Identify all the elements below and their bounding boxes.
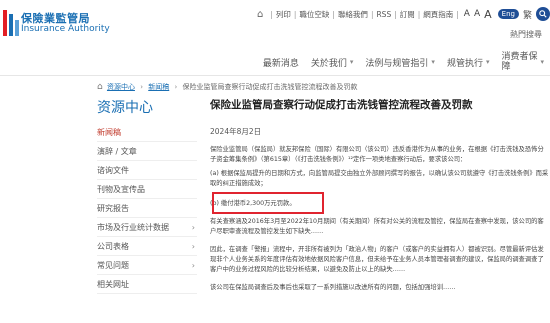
utility-bar: ⌂ | 列印 | 職位空缺 | 聯絡我們 | RSS | 訂閱 | 網頁指南 |…	[257, 4, 550, 24]
nav-item-consumer[interactable]: 消费者保 障 ▾	[495, 52, 550, 72]
subscribe-link[interactable]: 訂閱	[400, 9, 415, 20]
english-lang-button[interactable]: Eng	[497, 9, 519, 19]
home-icon[interactable]: ⌂	[257, 9, 263, 20]
breadcrumb-press-releases[interactable]: 新闻稿	[148, 83, 169, 91]
sidebar-item-forms[interactable]: 公司表格 ›	[97, 237, 197, 256]
sidebar-item-publications[interactable]: 刊物及宣传品	[97, 180, 197, 199]
sidebar-item-research[interactable]: 研究报告	[97, 199, 197, 218]
article-paragraph-1: 保险业监管局（保监局）就友邦保险（国际）有限公司（该公司）违反香港作为从事的业务…	[210, 146, 544, 163]
article-paragraph-4: 该公司在保监局调查后及事后也采取了一系列措施以改进所有的问题，包括加强培训……	[210, 284, 456, 291]
article-paragraph-3: 因此，在调查「警报」流程中，开非所有被列为「政治人物」的客户（或客户的实益拥有人…	[210, 246, 544, 273]
chevron-down-icon: ▾	[431, 58, 435, 66]
search-icon[interactable]	[536, 7, 550, 21]
article-date: 2024年8月2日	[210, 127, 262, 136]
site-header: 保險業監管局 Insurance Authority ⌂ | 列印 | 職位空缺…	[0, 0, 550, 80]
article-item-a: (a) 根据保监局提升的日期和方式，向监管局提交由独立外部顾问撰写的报告，以确认…	[210, 170, 549, 187]
traditional-lang-button[interactable]: 繁	[523, 8, 532, 21]
article-title: 保险业监管局查察行动促成打击洗钱管控流程改善及罚款	[210, 99, 473, 111]
chevron-down-icon: ▾	[485, 58, 490, 66]
sidebar-title: 资源中心	[97, 100, 153, 116]
print-link[interactable]: 列印	[276, 9, 291, 20]
chevron-down-icon: ▾	[349, 58, 354, 66]
sidebar-item-links[interactable]: 相关网址	[97, 275, 197, 294]
sidebar: 资源中心 新闻稿 演辞 / 文章 谘询文件 刊物及宣传品 研究报告 市场及行业统…	[97, 97, 197, 294]
sidebar-item-speeches[interactable]: 演辞 / 文章	[97, 142, 197, 161]
sidebar-item-statistics[interactable]: 市场及行业统计数据 ›	[97, 218, 197, 237]
font-size-medium-button[interactable]: A	[474, 9, 480, 19]
sidebar-item-faq[interactable]: 常见问题 ›	[97, 256, 197, 275]
chevron-down-icon: ▾	[540, 58, 544, 66]
breadcrumb-resource-center[interactable]: 资源中心	[107, 83, 135, 91]
chevron-right-icon: ›	[191, 261, 195, 270]
nav-item-news[interactable]: 最新消息	[257, 56, 305, 69]
careers-link[interactable]: 職位空缺	[299, 9, 329, 20]
nav-item-about[interactable]: 关於我们 ▾	[305, 56, 360, 69]
chevron-right-icon: ›	[191, 242, 195, 251]
ia-logo-mark-icon	[3, 10, 19, 36]
header-divider	[0, 75, 550, 76]
highlight-annotation-box	[212, 192, 324, 214]
nav-item-enforcement[interactable]: 规管执行 ▾	[441, 56, 496, 69]
ia-logo[interactable]: 保險業監管局 Insurance Authority	[3, 10, 110, 40]
chevron-right-icon: ›	[191, 223, 195, 232]
sidebar-item-press-releases[interactable]: 新闻稿	[97, 123, 197, 142]
breadcrumb-current: 保险业监管局查察行动促成打击洗钱管控流程改善及罚款	[182, 83, 358, 91]
site-guide-link[interactable]: 網頁指南	[423, 9, 453, 20]
font-size-large-button[interactable]: A	[484, 8, 492, 21]
article-paragraph-2: 有关查察涵及2016年3月至2022年10月期间（有关期间）所有对公关的流程及管…	[210, 218, 544, 235]
font-size-small-button[interactable]: A	[464, 9, 470, 19]
main-nav: 最新消息 关於我们 ▾ 法例与规管指引 ▾ 规管执行 ▾ 消费者保 障 ▾	[257, 50, 550, 74]
rss-link[interactable]: RSS	[376, 10, 391, 19]
contact-link[interactable]: 聯絡我們	[338, 9, 368, 20]
home-icon[interactable]: ⌂	[97, 82, 103, 92]
sidebar-item-consultations[interactable]: 谘询文件	[97, 161, 197, 180]
breadcrumb: ⌂ 资源中心 › 新闻稿 › 保险业监管局查察行动促成打击洗钱管控流程改善及罚款	[97, 82, 358, 92]
nav-item-legislation[interactable]: 法例与规管指引 ▾	[359, 56, 441, 69]
logo-text-en: Insurance Authority	[21, 24, 110, 34]
hot-search-link[interactable]: 熱門搜尋	[510, 29, 542, 40]
